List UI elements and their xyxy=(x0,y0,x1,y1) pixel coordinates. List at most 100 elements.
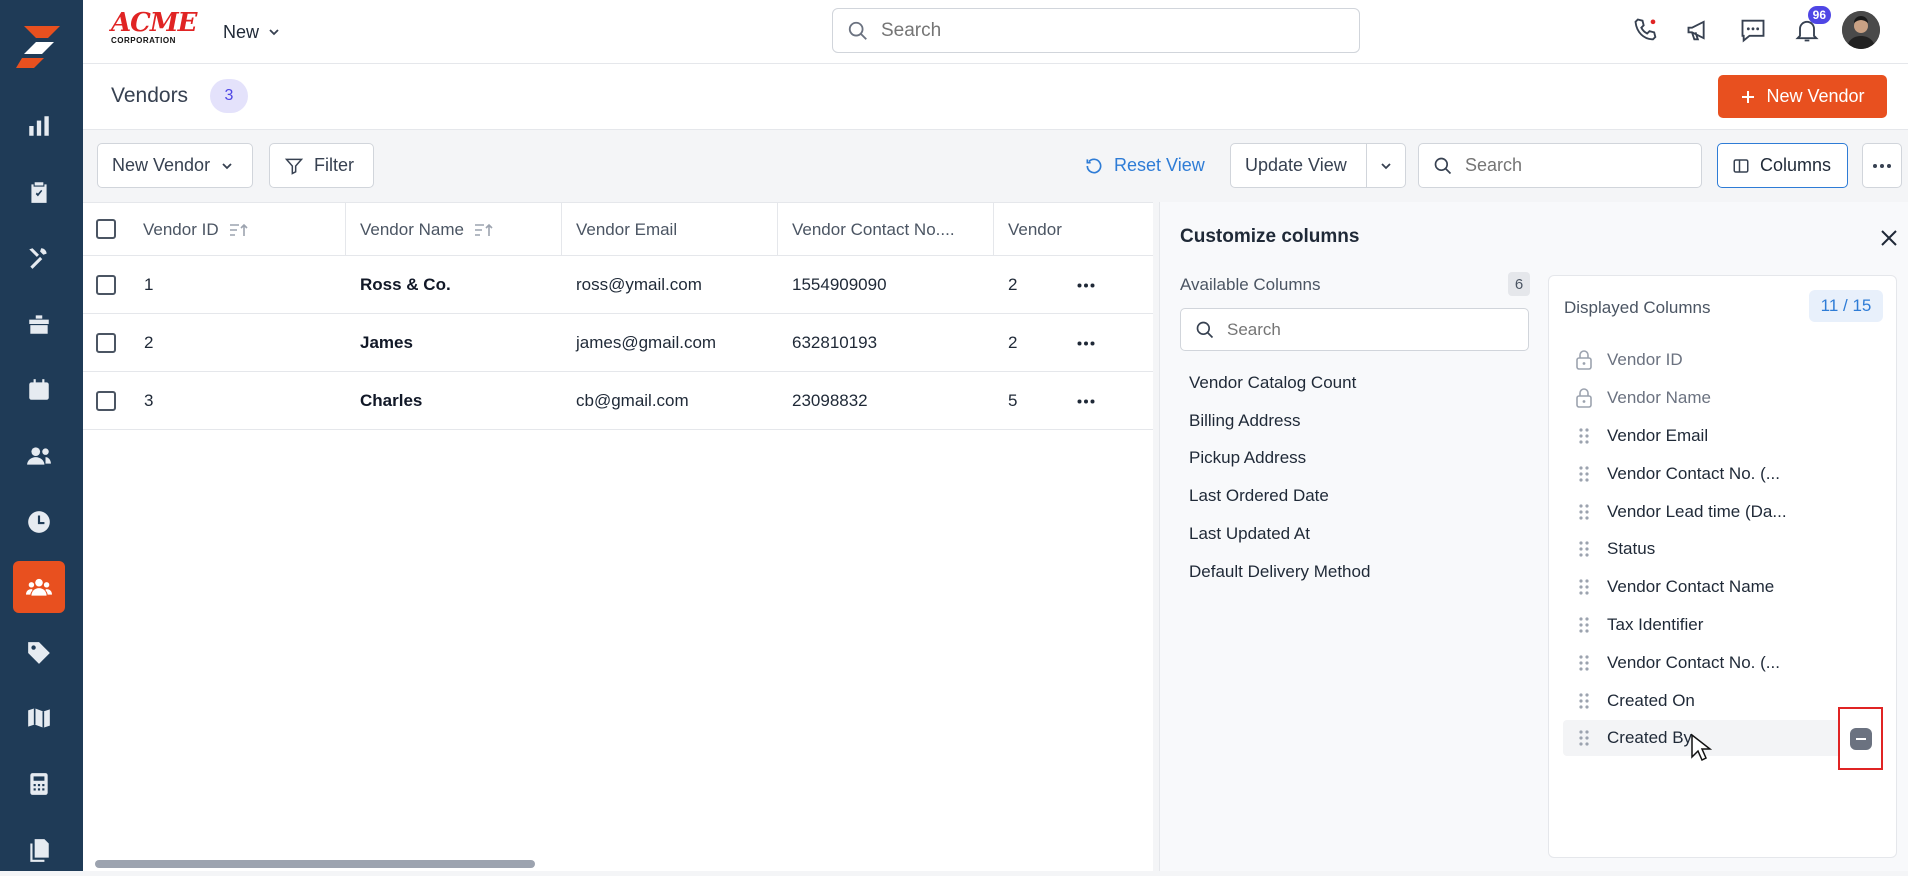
displayed-column-item[interactable]: Vendor Contact No. (... xyxy=(1563,456,1883,492)
columns-button[interactable]: Columns xyxy=(1717,143,1848,188)
column-header-vendor-id[interactable]: Vendor ID xyxy=(129,203,346,256)
column-header-vendor-contact[interactable]: Vendor Contact No.... xyxy=(778,203,994,256)
search-icon xyxy=(1196,321,1214,338)
clipboard-check-icon xyxy=(31,182,47,203)
drag-handle-icon[interactable] xyxy=(1575,539,1593,559)
available-column-item[interactable]: Vendor Catalog Count xyxy=(1189,368,1356,398)
sort-icon[interactable] xyxy=(474,222,494,238)
lock-icon xyxy=(1576,388,1592,408)
displayed-column-item[interactable]: Vendor Contact No. (... xyxy=(1563,645,1883,681)
avatar[interactable] xyxy=(1842,11,1880,49)
brand-logo-text: ACME xyxy=(111,8,197,38)
drag-handle-icon[interactable] xyxy=(1575,464,1593,484)
table-row[interactable]: 3 Charles cb@gmail.com 23098832 5 xyxy=(83,372,1153,430)
cell-vendor-contact: 1554909090 xyxy=(792,275,887,294)
cell-vendor-name[interactable]: Ross & Co. xyxy=(360,256,451,314)
sidebar-item-inventory[interactable] xyxy=(13,298,65,350)
brand-logo[interactable]: ACME CORPORATION xyxy=(111,10,197,46)
displayed-columns-list: Displayed Columns 11 / 15 Vendor ID Vend… xyxy=(1548,275,1897,858)
vendor-count-badge: 3 xyxy=(210,79,248,113)
available-column-item[interactable]: Pickup Address xyxy=(1189,443,1306,473)
row-checkbox[interactable] xyxy=(96,275,116,295)
drag-handle-icon[interactable] xyxy=(1575,653,1593,673)
column-header-vendor-name[interactable]: Vendor Name xyxy=(346,203,562,256)
new-menu[interactable]: New xyxy=(223,18,281,46)
columns-search[interactable] xyxy=(1180,308,1529,351)
drag-handle-icon[interactable] xyxy=(1575,615,1593,635)
table-header: Vendor ID Vendor Name Vendor Email Vendo… xyxy=(83,203,1153,256)
sidebar-item-tools[interactable] xyxy=(13,232,65,284)
sidebar-item-map[interactable] xyxy=(13,692,65,744)
chat-icon[interactable] xyxy=(1735,12,1771,48)
reset-view-button[interactable]: Reset View xyxy=(1084,155,1205,176)
more-options-button[interactable] xyxy=(1862,143,1902,188)
top-bar: ACME CORPORATION New 96 xyxy=(83,0,1908,64)
sidebar-item-vendors[interactable] xyxy=(13,561,65,613)
available-columns-count: 6 xyxy=(1508,272,1530,296)
sidebar-item-calendar[interactable] xyxy=(13,364,65,416)
drag-handle-icon[interactable] xyxy=(1575,728,1593,748)
drag-handle-icon[interactable] xyxy=(1575,426,1593,446)
close-panel-button[interactable] xyxy=(1875,224,1903,252)
sidebar-item-contacts[interactable] xyxy=(13,430,65,482)
displayed-column-item[interactable]: Tax Identifier xyxy=(1563,607,1883,643)
new-vendor-button[interactable]: New Vendor xyxy=(1718,75,1887,118)
row-checkbox[interactable] xyxy=(96,391,116,411)
available-column-item[interactable]: Billing Address xyxy=(1189,406,1301,436)
displayed-column-label: Vendor Contact No. (... xyxy=(1607,464,1780,483)
table-row[interactable]: 2 James james@gmail.com 632810193 2 xyxy=(83,314,1153,372)
phone-icon[interactable] xyxy=(1628,12,1664,48)
row-actions-button[interactable] xyxy=(1063,256,1109,314)
available-column-item[interactable]: Last Ordered Date xyxy=(1189,481,1329,511)
sidebar-item-timesheet[interactable] xyxy=(13,496,65,548)
global-search-input[interactable] xyxy=(881,19,1321,42)
table-search[interactable] xyxy=(1418,143,1702,188)
cell-vendor-contact: 632810193 xyxy=(792,333,878,352)
megaphone-icon[interactable] xyxy=(1681,12,1717,48)
row-checkbox[interactable] xyxy=(96,333,116,353)
select-all-checkbox[interactable] xyxy=(96,219,116,239)
displayed-column-item[interactable]: Vendor Lead time (Da... xyxy=(1563,494,1883,530)
table-row[interactable]: 1 Ross & Co. ross@ymail.com 1554909090 2 xyxy=(83,256,1153,314)
available-column-item[interactable]: Default Delivery Method xyxy=(1189,557,1370,587)
view-select-label: New Vendor xyxy=(112,155,211,175)
displayed-columns-count: 11 / 15 xyxy=(1809,290,1883,322)
displayed-column-item[interactable]: Status xyxy=(1563,531,1883,567)
column-header-label: Vendor ID xyxy=(143,219,219,239)
sidebar-item-tasks[interactable] xyxy=(13,166,65,218)
columns-search-input[interactable] xyxy=(1227,319,1507,340)
displayed-column-label: Status xyxy=(1607,539,1656,558)
displayed-column-item[interactable]: Created On xyxy=(1563,683,1883,719)
column-header-vendor-email[interactable]: Vendor Email xyxy=(562,203,778,256)
available-columns-label: Available Columns xyxy=(1180,275,1321,294)
table-search-input[interactable] xyxy=(1465,155,1685,176)
cell-vendor-email: ross@ymail.com xyxy=(576,275,702,294)
available-column-item[interactable]: Last Updated At xyxy=(1189,519,1310,549)
column-header-vendor-lead[interactable]: Vendor xyxy=(994,203,1063,256)
column-header-label: Vendor Contact No.... xyxy=(792,219,955,239)
drag-handle-icon[interactable] xyxy=(1575,577,1593,597)
filter-button[interactable]: Filter xyxy=(269,143,374,188)
row-actions-button[interactable] xyxy=(1063,372,1109,430)
bell-icon[interactable]: 96 xyxy=(1789,6,1831,48)
cell-vendor-name[interactable]: James xyxy=(360,314,413,372)
view-select[interactable]: New Vendor xyxy=(97,143,253,188)
sidebar-item-tags[interactable] xyxy=(13,627,65,679)
sidebar-item-analytics[interactable] xyxy=(13,100,65,152)
row-actions-button[interactable] xyxy=(1063,314,1109,372)
sidebar-item-documents[interactable] xyxy=(13,824,65,876)
drag-handle-icon[interactable] xyxy=(1575,691,1593,711)
horizontal-scrollbar[interactable] xyxy=(95,860,535,868)
remove-column-button[interactable] xyxy=(1838,707,1883,770)
cell-vendor-name[interactable]: Charles xyxy=(360,372,422,430)
update-view-dropdown[interactable] xyxy=(1366,143,1406,188)
drag-handle-icon[interactable] xyxy=(1575,502,1593,522)
update-view-button[interactable]: Update View xyxy=(1230,143,1367,188)
displayed-column-item[interactable]: Vendor Email xyxy=(1563,418,1883,454)
global-search[interactable] xyxy=(832,8,1360,53)
displayed-column-item[interactable]: Vendor Contact Name xyxy=(1563,569,1883,605)
app-logo[interactable] xyxy=(14,20,66,72)
displayed-column-item[interactable]: Created By xyxy=(1563,720,1883,756)
sidebar-item-calculator[interactable] xyxy=(13,758,65,810)
sort-icon[interactable] xyxy=(229,222,249,238)
